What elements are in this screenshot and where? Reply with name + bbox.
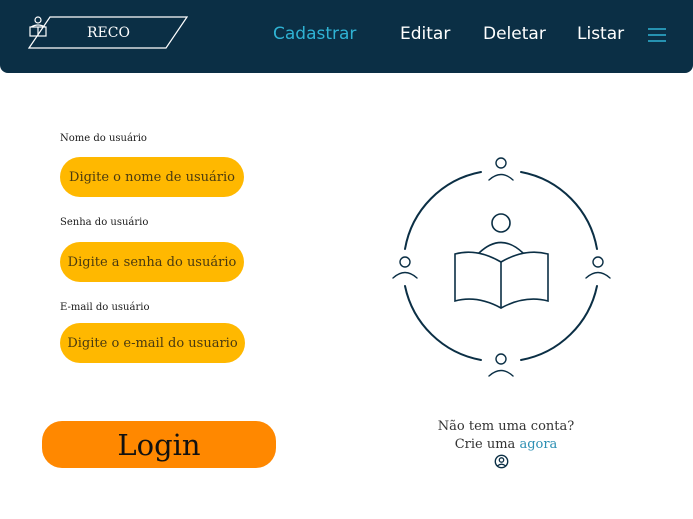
nav-cadastrar[interactable]: Cadastrar bbox=[273, 22, 356, 46]
signup-link[interactable]: agora bbox=[519, 437, 557, 452]
navbar: RECO Cadastrar Editar Deletar Listar bbox=[0, 0, 693, 73]
signup-prompt: Crie uma bbox=[454, 437, 516, 452]
email-input[interactable] bbox=[60, 323, 245, 363]
nav-editar[interactable]: Editar bbox=[400, 22, 450, 46]
logo[interactable]: RECO bbox=[28, 16, 188, 49]
username-input[interactable] bbox=[60, 157, 244, 197]
email-label: E-mail do usuário bbox=[60, 302, 150, 313]
password-label: Senha do usuário bbox=[60, 217, 149, 228]
signup-question: Não tem uma conta? bbox=[437, 419, 575, 434]
book-reader-icon bbox=[29, 16, 47, 37]
login-button[interactable]: Login bbox=[42, 421, 276, 468]
hamburger-menu-icon[interactable] bbox=[647, 26, 667, 44]
username-label: Nome do usuário bbox=[60, 133, 147, 144]
nav-deletar[interactable]: Deletar bbox=[483, 22, 546, 46]
user-circle-icon[interactable] bbox=[494, 454, 509, 469]
signup-prompt-line: Crie uma agora bbox=[420, 436, 592, 454]
nav-listar[interactable]: Listar bbox=[577, 22, 624, 46]
community-reading-icon bbox=[392, 157, 611, 377]
password-input[interactable] bbox=[60, 242, 244, 282]
logo-text: RECO bbox=[87, 25, 130, 41]
